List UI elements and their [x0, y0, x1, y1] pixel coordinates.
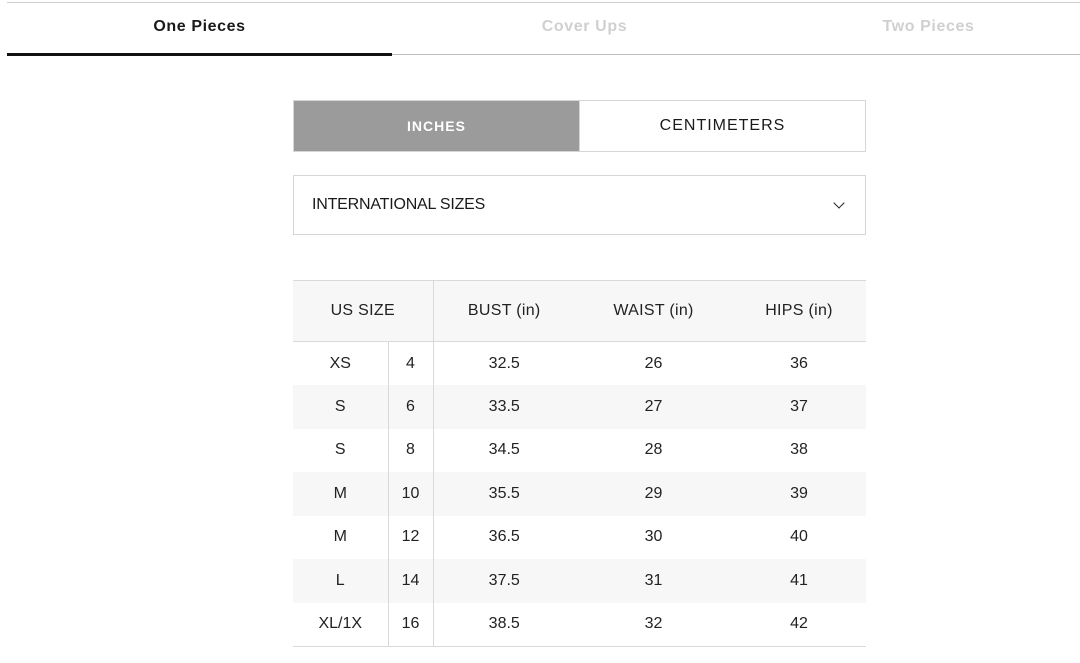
cell-bust: 32.5	[432, 341, 575, 385]
table-row: S 8 34.5 28 38	[293, 428, 866, 472]
size-system-value: INTERNATIONAL SIZES	[312, 196, 486, 213]
cell-waist: 27	[575, 385, 732, 429]
cell-bust: 34.5	[432, 428, 575, 472]
header-bust: BUST (in)	[432, 280, 575, 342]
cell-bust: 35.5	[432, 472, 575, 516]
cell-bust: 37.5	[432, 559, 575, 603]
header-hips: HIPS (in)	[732, 280, 866, 342]
tab-cover-ups[interactable]: Cover Ups	[392, 3, 777, 54]
category-tabs: One Pieces Cover Ups Two Pieces	[7, 3, 1080, 56]
header-waist: WAIST (in)	[575, 280, 732, 342]
cell-bust: 38.5	[432, 602, 575, 647]
table-header-row: US SIZE BUST (in) WAIST (in) HIPS (in)	[293, 280, 866, 342]
cell-us-number: 4	[387, 341, 433, 385]
cell-waist: 32	[575, 602, 732, 647]
table-row: M 10 35.5 29 39	[293, 472, 866, 516]
cell-size: M	[293, 472, 388, 516]
table-row: L 14 37.5 31 41	[293, 559, 866, 603]
cell-size: S	[293, 385, 388, 429]
cell-us-number: 8	[387, 428, 433, 472]
cell-waist: 28	[644, 441, 663, 459]
cell-hips: 41	[732, 559, 866, 603]
size-system-select[interactable]: INTERNATIONAL SIZES	[293, 175, 866, 235]
tab-two-pieces[interactable]: Two Pieces	[777, 3, 1080, 54]
size-chart-table: US SIZE BUST (in) WAIST (in) HIPS (in) X…	[293, 280, 866, 647]
table-row: XL/1X 16 38.5 32 42	[293, 602, 866, 647]
cell-hips: 37	[732, 385, 866, 429]
cell-us-number: 16	[387, 602, 433, 647]
cell-us-number: 10	[387, 472, 433, 516]
cell-size: M	[333, 528, 347, 546]
cell-bust: 33.5	[432, 385, 575, 429]
cell-hips: 39	[732, 472, 866, 516]
cell-us-number: 12	[387, 515, 433, 559]
cell-size: L	[293, 559, 388, 603]
unit-toggle: INCHES CENTIMETERS	[293, 100, 866, 152]
cell-size: XS	[329, 354, 351, 372]
cell-waist: 29	[575, 472, 732, 516]
chevron-down-icon	[833, 196, 845, 209]
cell-us-number: 14	[387, 559, 433, 603]
inches-button[interactable]: INCHES	[294, 101, 579, 151]
cell-waist: 30	[644, 528, 663, 546]
cell-size: XL/1X	[293, 602, 388, 647]
cell-hips: 42	[732, 602, 866, 647]
cell-hips: 40	[790, 528, 808, 546]
table-row: XS 4 32.5 26 36	[293, 341, 866, 385]
cell-us-number: 6	[387, 385, 433, 429]
cell-hips: 38	[790, 441, 808, 459]
table-row: M 12 36.5 30 40	[293, 515, 866, 559]
centimeters-button[interactable]: CENTIMETERS	[579, 101, 865, 151]
cell-waist: 31	[575, 559, 732, 603]
header-us-size: US SIZE	[293, 280, 434, 342]
table-row: S 6 33.5 27 37	[293, 385, 866, 429]
tab-one-pieces[interactable]: One Pieces	[7, 3, 392, 56]
cell-bust: 36.5	[432, 515, 575, 559]
cell-waist: 26	[644, 354, 663, 372]
cell-hips: 36	[790, 354, 808, 372]
cell-size: S	[334, 441, 346, 459]
